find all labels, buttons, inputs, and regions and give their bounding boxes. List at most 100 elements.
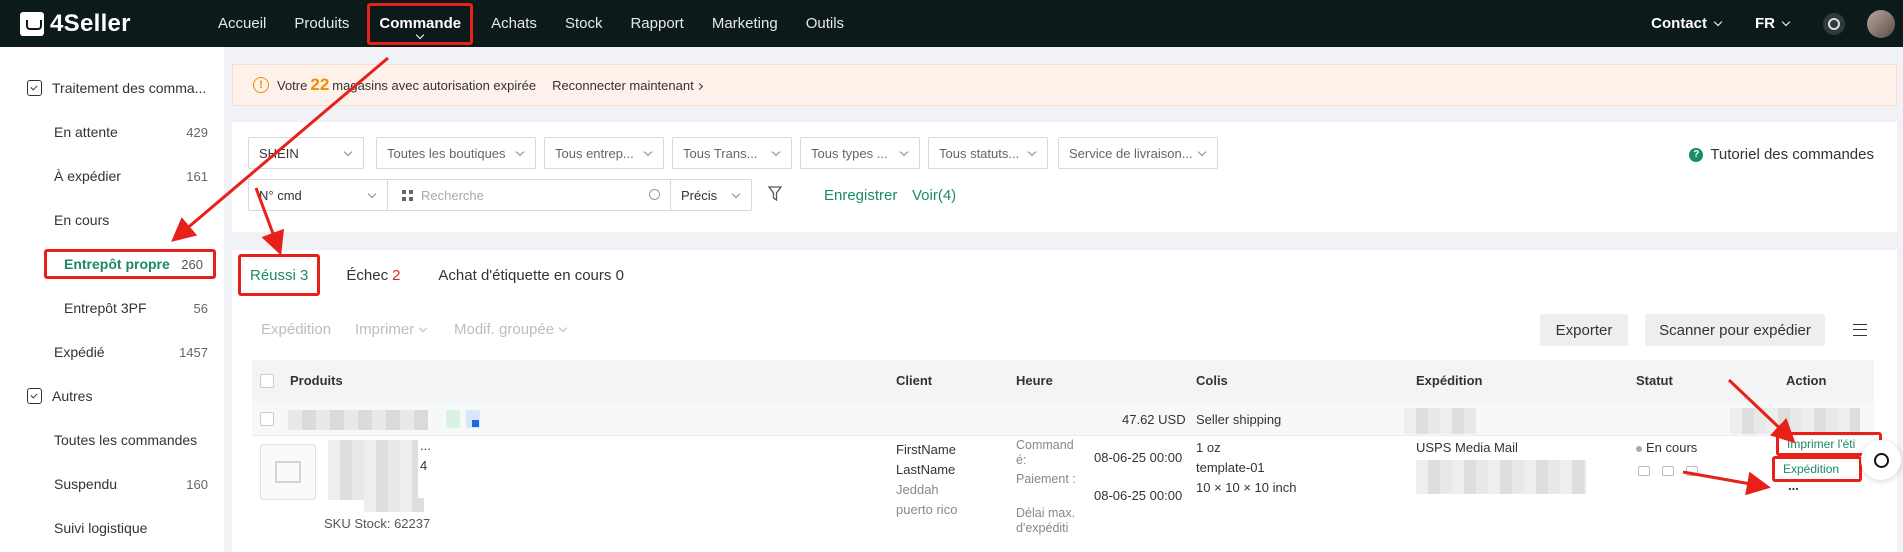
redacted-action-info [1730, 408, 1860, 434]
sidebar-item-count: 160 [186, 476, 208, 492]
platform-select[interactable]: SHEIN [248, 137, 364, 169]
sku-stock: SKU Stock: 62237 [324, 516, 431, 531]
print-icon[interactable] [1686, 466, 1698, 476]
tab-echec[interactable]: Échec 2 [334, 254, 412, 296]
col-produits: Produits [290, 373, 343, 388]
client-city: Jeddah [896, 482, 939, 497]
order-status: En cours [1636, 440, 1697, 455]
product-image [260, 444, 316, 500]
match-mode-select[interactable]: Précis [670, 179, 752, 211]
nav-rapport[interactable]: Rapport [616, 0, 697, 47]
nav-produits[interactable]: Produits [280, 0, 363, 47]
column-settings-icon[interactable] [1853, 324, 1867, 336]
settings-gear-icon[interactable] [1823, 12, 1845, 35]
sidebar-item-toutes-commandes[interactable]: Toutes les commandes [0, 418, 224, 462]
store-tag-icon [466, 410, 480, 428]
type-select[interactable]: Tous types ... [800, 137, 920, 169]
tab-count: 3 [300, 266, 309, 284]
contact-menu[interactable]: Contact [1651, 15, 1723, 32]
chevron-down-icon [771, 147, 781, 157]
chevron-down-icon [731, 189, 741, 199]
sidebar-item-entrepot-propre[interactable]: Entrepôt propre 260 [44, 249, 216, 279]
client-country: puerto rico [896, 502, 958, 517]
sidebar-group-label: Traitement des comma... [52, 80, 207, 96]
user-avatar[interactable] [1867, 9, 1895, 38]
save-filter-button[interactable]: Enregistrer [824, 187, 897, 204]
nav-marketing[interactable]: Marketing [698, 0, 792, 47]
col-statut: Statut [1636, 373, 1673, 388]
delivery-service-select[interactable]: Service de livraison... [1058, 137, 1218, 169]
filter-panel: SHEIN Toutes les boutiques Tous entrep..… [232, 122, 1897, 232]
scan-to-ship-button[interactable]: Scanner pour expédier [1645, 314, 1825, 346]
warehouse-select[interactable]: Tous entrep... [544, 137, 664, 169]
payment-time-label: Paiement : [1016, 472, 1076, 486]
status-value: Tous statuts... [939, 145, 1020, 161]
nav-stock[interactable]: Stock [551, 0, 617, 47]
shop-select[interactable]: Toutes les boutiques [376, 137, 536, 169]
reconnect-link[interactable]: Reconnecter maintenant [552, 78, 703, 93]
chevron-down-icon [558, 323, 568, 332]
sidebar-item-label: Entrepôt propre [64, 256, 170, 272]
chevron-down-icon [1027, 147, 1037, 157]
top-navigation-bar: 4Seller Accueil Produits Commande Achats… [0, 0, 1903, 47]
sidebar-item-suspendu[interactable]: Suspendu 160 [0, 462, 224, 506]
nav-accueil[interactable]: Accueil [204, 0, 280, 47]
sidebar-item-label: Suspendu [54, 476, 118, 492]
language-menu[interactable]: FR [1755, 15, 1791, 32]
nav-achats[interactable]: Achats [477, 0, 551, 47]
package-weight: 1 oz [1196, 440, 1221, 455]
chevron-down-icon [367, 189, 377, 199]
sidebar-item-count: 429 [186, 124, 208, 140]
chevron-down-icon [899, 147, 909, 157]
sidebar-item-a-expedier[interactable]: À expédier 161 [0, 154, 224, 198]
contact-label: Contact [1651, 15, 1707, 32]
sidebar-item-label: Toutes les commandes [54, 432, 198, 448]
print-icon[interactable] [1662, 466, 1674, 476]
expedition-button[interactable]: Expédition [261, 321, 331, 338]
tab-achat-etiquette[interactable]: Achat d'étiquette en cours 0 [426, 254, 636, 296]
brand-logo[interactable]: 4Seller [20, 10, 204, 38]
print-menu[interactable]: Imprimer [355, 321, 428, 338]
delivery-service-value: Service de livraison... [1069, 145, 1193, 161]
sidebar-item-suivi-logistique[interactable]: Suivi logistique [0, 506, 224, 550]
floating-search-icon[interactable] [1861, 440, 1901, 480]
language-label: FR [1755, 15, 1775, 32]
nav-outils[interactable]: Outils [792, 0, 858, 47]
shipping-type: Seller shipping [1196, 412, 1282, 427]
redacted-shipping-info [1404, 408, 1476, 434]
redacted-product-title [328, 440, 418, 500]
col-colis: Colis [1196, 373, 1228, 388]
nav-right-area: Contact FR [1651, 0, 1903, 47]
payment-time-value: 08-06-25 00:00 [1094, 488, 1183, 503]
status-select[interactable]: Tous statuts... [928, 137, 1048, 169]
view-saved-button[interactable]: Voir(4) [912, 187, 956, 204]
more-actions[interactable]: ... [1788, 478, 1799, 493]
sidebar-item-expedie[interactable]: Expédié 1457 [0, 330, 224, 374]
sidebar-group-label: Autres [52, 388, 93, 404]
sidebar-item-en-cours[interactable]: En cours [0, 198, 224, 242]
print-icon[interactable] [1638, 466, 1650, 476]
sidebar-group-autres[interactable]: Autres [0, 374, 224, 418]
sidebar-item-label: Entrepôt 3PF [64, 300, 147, 316]
transport-select[interactable]: Tous Trans... [672, 137, 792, 169]
sidebar-item-count: 1457 [179, 344, 208, 360]
filter-icon[interactable] [768, 186, 782, 202]
select-all-checkbox[interactable] [260, 374, 274, 388]
platform-tag-icon [446, 410, 460, 428]
order-tutorial-link[interactable]: ? Tutoriel des commandes [1689, 146, 1874, 163]
sidebar-item-entrepot-3pf[interactable]: Entrepôt 3PF 56 [0, 286, 224, 330]
clipboard-check-icon [27, 80, 42, 96]
group-checkbox[interactable] [260, 412, 274, 426]
expedition-action-button[interactable]: Expédition [1772, 456, 1862, 482]
order-time-value: 08-06-25 00:00 [1094, 450, 1183, 465]
sidebar-group-order-processing[interactable]: Traitement des comma... [0, 66, 224, 110]
tab-reussi[interactable]: Réussi 3 [238, 254, 321, 296]
bulk-edit-menu[interactable]: Modif. groupée [454, 321, 568, 338]
export-button[interactable]: Exporter [1540, 314, 1628, 346]
sidebar-item-en-attente[interactable]: En attente 429 [0, 110, 224, 154]
chevron-down-icon [643, 147, 653, 157]
result-tabs: Réussi 3 Échec 2 Achat d'étiquette en cou… [238, 254, 650, 296]
nav-commande[interactable]: Commande [367, 2, 474, 45]
search-input[interactable]: Recherche [387, 179, 671, 211]
search-field-select[interactable]: N° cmd [248, 179, 388, 211]
